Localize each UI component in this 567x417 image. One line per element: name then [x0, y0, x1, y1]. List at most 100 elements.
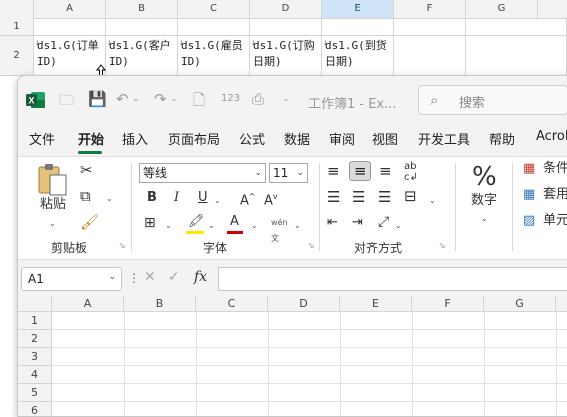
decrease-indent-icon[interactable]: ⇤ [327, 215, 338, 231]
bg-col-header-a[interactable]: A [34, 0, 106, 18]
select-all-corner[interactable] [0, 0, 34, 18]
underline-dropdown-icon[interactable]: ⌄ [214, 192, 221, 209]
more-options-icon[interactable]: ⋮ [128, 271, 140, 285]
open-folder-icon[interactable]: 🗀 [59, 90, 74, 115]
align-middle-button[interactable]: ≡ [349, 161, 371, 181]
redo-icon[interactable]: ↷ [154, 90, 167, 108]
paste-label[interactable]: 粘贴 [40, 197, 66, 213]
cell-styles-icon[interactable]: ▨ [523, 213, 535, 229]
cancel-icon[interactable]: ✕ [144, 269, 156, 285]
undo-dropdown-icon[interactable]: ⌄ [132, 94, 140, 104]
redo-dropdown-icon[interactable]: ⌄ [170, 94, 178, 104]
name-box[interactable]: A1 ⌄ [21, 267, 122, 291]
bg-col-header-c[interactable]: C [178, 0, 250, 18]
paste-dropdown-icon[interactable]: ⌄ [49, 215, 56, 232]
row-header-5[interactable]: 5 [18, 384, 52, 402]
copy-dropdown-icon[interactable]: ⌄ [106, 190, 113, 207]
select-all-button[interactable] [18, 296, 52, 312]
align-left-icon[interactable]: ☰ [327, 189, 340, 205]
name-box-dropdown-icon[interactable]: ⌄ [108, 272, 116, 282]
merge-center-icon[interactable]: ⊟ [404, 188, 417, 204]
worksheet-grid[interactable]: A B C D E F G 1 2 3 4 5 6 [18, 296, 567, 416]
number-dropdown-icon[interactable]: ⌄ [481, 210, 488, 227]
align-bottom-icon[interactable]: ≡ [379, 163, 392, 179]
merge-dropdown-icon[interactable]: ⌄ [429, 192, 436, 209]
number-format-icon[interactable]: 123 [221, 93, 240, 104]
borders-icon[interactable]: ⊞ [144, 215, 156, 231]
font-launcher-icon[interactable]: ⬂ [308, 241, 315, 250]
bg-row-header-1[interactable]: 1 [0, 18, 34, 36]
tab-formulas[interactable]: 公式 [239, 129, 265, 148]
format-as-table-icon[interactable]: ▦ [523, 187, 535, 203]
fill-color-dropdown-icon[interactable]: ⌄ [208, 217, 215, 234]
font-color-dropdown-icon[interactable]: ⌄ [251, 217, 258, 234]
bg-col-header-e[interactable]: E [322, 0, 394, 18]
tab-acrobat[interactable]: Acrol [536, 129, 567, 144]
increase-indent-icon[interactable]: ⇥ [352, 215, 363, 231]
row-header-3[interactable]: 3 [18, 348, 52, 366]
bold-button[interactable]: B [147, 190, 157, 206]
paste-icon[interactable] [37, 163, 69, 197]
bg-cell[interactable] [178, 18, 250, 36]
bg-col-header-b[interactable]: B [106, 0, 178, 18]
formula-input[interactable] [218, 267, 567, 291]
orientation-dropdown-icon[interactable]: ⌄ [395, 217, 402, 234]
phonetic-guide-icon[interactable]: wén 文 [271, 215, 288, 247]
format-as-table-label[interactable]: 套用 [543, 187, 567, 203]
number-label[interactable]: 数字 [471, 193, 497, 209]
bg-cell[interactable] [322, 18, 394, 36]
save-icon[interactable]: 💾 [88, 90, 107, 108]
tab-file[interactable]: 文件 [29, 129, 55, 148]
search-box[interactable]: ⌕ 搜索 [418, 85, 567, 115]
align-center-icon[interactable]: ☰ [352, 189, 365, 205]
format-painter-icon[interactable]: 🖌 [80, 214, 99, 230]
align-top-icon[interactable]: ≡ [327, 163, 340, 179]
print-preview-icon[interactable]: ⎙ [252, 90, 264, 108]
tab-data[interactable]: 数据 [284, 129, 310, 148]
bg-cell[interactable] [466, 36, 567, 76]
font-color-icon[interactable]: A [230, 214, 239, 230]
number-format-icon[interactable]: % [472, 163, 497, 191]
bg-cell[interactable] [34, 18, 106, 36]
column-header-g[interactable]: G [484, 296, 556, 312]
font-size-select[interactable]: 11 ⌄ [269, 163, 308, 183]
bg-cell[interactable] [394, 36, 466, 76]
fill-color-icon[interactable]: 🖍 [188, 214, 205, 230]
cell-styles-label[interactable]: 单元 [543, 213, 567, 229]
bg-cell-d2[interactable]: ↓ ds1.G(订购日期) [250, 36, 322, 76]
tab-page-layout[interactable]: 页面布局 [168, 129, 220, 148]
clipboard-launcher-icon[interactable]: ⬂ [119, 241, 126, 250]
phonetic-dropdown-icon[interactable]: ⌄ [294, 217, 301, 234]
row-header-4[interactable]: 4 [18, 366, 52, 384]
column-header-d[interactable]: D [268, 296, 340, 312]
increase-font-size-icon[interactable]: A^ [240, 189, 256, 209]
row-header-6[interactable]: 6 [18, 402, 52, 416]
bg-col-header-f[interactable]: F [394, 0, 466, 18]
bg-cell[interactable] [466, 18, 567, 36]
alignment-launcher-icon[interactable]: ⬂ [439, 241, 446, 250]
align-right-icon[interactable]: ☰ [378, 189, 391, 205]
bg-col-header-d[interactable]: D [250, 0, 322, 18]
column-header-h[interactable] [556, 296, 567, 312]
borders-dropdown-icon[interactable]: ⌄ [165, 217, 172, 234]
column-header-b[interactable]: B [124, 296, 196, 312]
tab-developer[interactable]: 开发工具 [418, 129, 470, 148]
insert-function-button[interactable]: fx [194, 269, 207, 285]
conditional-formatting-label[interactable]: 条件 [543, 161, 567, 177]
enter-icon[interactable]: ✓ [168, 269, 180, 285]
wrap-text-icon[interactable]: ab c↲ [404, 161, 418, 183]
bg-cell-c2[interactable]: ↓ ds1.G(雇员ID) [178, 36, 250, 76]
tab-review[interactable]: 审阅 [329, 129, 355, 148]
decrease-font-size-icon[interactable]: Av [264, 189, 278, 209]
new-file-icon[interactable]: 🗋 [193, 90, 205, 115]
column-header-a[interactable]: A [52, 296, 124, 312]
tab-help[interactable]: 帮助 [489, 129, 515, 148]
copy-icon[interactable]: ⧉ [80, 188, 91, 204]
bg-cell-b2[interactable]: ↓ ds1.G(客户ID) [106, 36, 178, 76]
orientation-icon[interactable]: ⤢ [378, 214, 389, 230]
tab-home[interactable]: 开始 [78, 129, 104, 148]
column-header-e[interactable]: E [340, 296, 412, 312]
row-header-1[interactable]: 1 [18, 312, 52, 330]
italic-button[interactable]: I [174, 190, 179, 206]
tab-insert[interactable]: 插入 [122, 129, 148, 148]
